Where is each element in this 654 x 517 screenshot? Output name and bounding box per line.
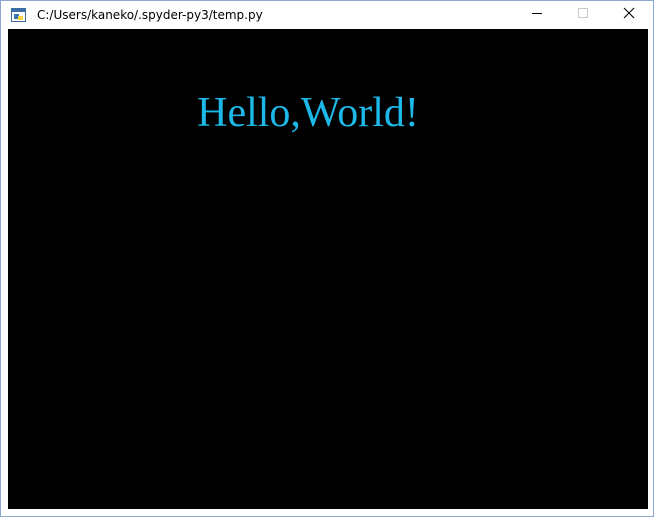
maximize-icon (577, 6, 589, 24)
window-title: C:/Users/kaneko/.spyder-py3/temp.py (37, 8, 263, 22)
app-window: C:/Users/kaneko/.spyder-py3/temp.py Hell… (0, 0, 654, 517)
minimize-button[interactable] (514, 1, 560, 29)
render-canvas[interactable]: Hello,World! (8, 29, 648, 509)
close-icon (623, 6, 635, 24)
hello-world-text: Hello,World! (197, 90, 419, 136)
python-app-icon (11, 7, 27, 23)
window-bottom-border (1, 509, 653, 516)
minimize-icon (531, 6, 543, 24)
close-button[interactable] (606, 1, 652, 29)
maximize-button[interactable] (560, 1, 606, 29)
title-bar[interactable]: C:/Users/kaneko/.spyder-py3/temp.py (1, 1, 653, 29)
